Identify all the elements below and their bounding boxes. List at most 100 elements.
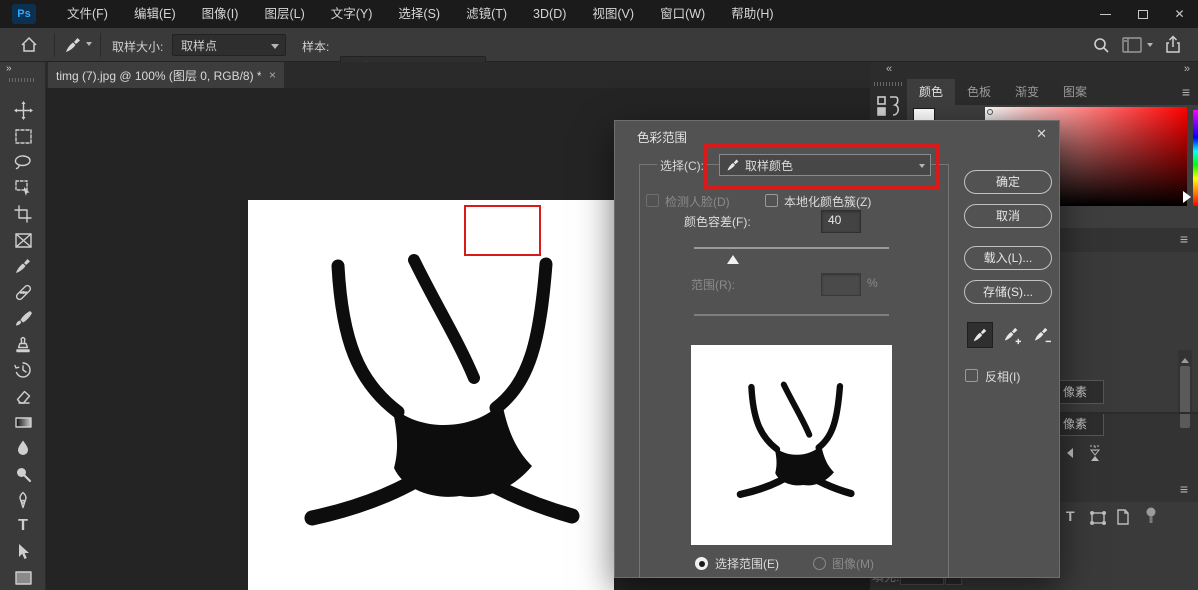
pen-tool[interactable] xyxy=(8,488,38,512)
hue-slider-pointer[interactable] xyxy=(1183,191,1197,203)
search-icon[interactable] xyxy=(1092,36,1110,57)
history-brush-tool[interactable] xyxy=(8,358,38,382)
range-slider-track xyxy=(694,314,889,316)
type-tool[interactable]: T xyxy=(8,514,38,538)
eyedropper-tool[interactable] xyxy=(8,254,38,278)
collapse-section-icon[interactable] xyxy=(1062,448,1073,458)
tab-patterns[interactable]: 图案 xyxy=(1051,79,1099,105)
separator xyxy=(100,33,101,57)
menu-select[interactable]: 选择(S) xyxy=(385,0,453,28)
add-sample-eyedropper-button[interactable] xyxy=(1003,326,1021,349)
panel-menu-icon[interactable]: ≡ xyxy=(1180,231,1188,247)
range-unit: % xyxy=(867,276,878,290)
move-tool[interactable] xyxy=(8,98,38,122)
expand-panels-icon[interactable]: » xyxy=(1184,63,1190,75)
spot-healing-brush-tool[interactable] xyxy=(8,280,38,304)
dodge-tool[interactable] xyxy=(8,462,38,486)
tab-gradients[interactable]: 渐变 xyxy=(1003,79,1051,105)
fuzziness-label: 颜色容差(F): xyxy=(684,213,751,230)
rectangle-tool[interactable] xyxy=(8,566,38,590)
home-icon[interactable] xyxy=(20,36,38,57)
sample-eyedropper-button[interactable] xyxy=(967,322,993,348)
object-selection-tool[interactable] xyxy=(8,176,38,200)
tab-color[interactable]: 颜色 xyxy=(907,79,955,105)
cancel-button[interactable]: 取消 xyxy=(964,204,1052,228)
tab-swatches[interactable]: 色板 xyxy=(955,79,1003,105)
collapse-toolbar-icon[interactable]: » xyxy=(6,63,12,74)
crop-tool[interactable] xyxy=(8,202,38,226)
toolbar-grip[interactable] xyxy=(9,78,35,82)
share-icon[interactable] xyxy=(1164,35,1182,57)
filter-type-icon[interactable]: T xyxy=(1066,508,1075,524)
blur-tool[interactable] xyxy=(8,436,38,460)
workspace-icon[interactable] xyxy=(1122,37,1142,56)
gradient-tool[interactable] xyxy=(8,410,38,434)
preview-thumbnail xyxy=(691,345,892,545)
lasso-tool[interactable] xyxy=(8,150,38,174)
range-input xyxy=(821,273,861,296)
dialog-title: 色彩范围 xyxy=(637,127,687,146)
menu-view[interactable]: 视图(V) xyxy=(579,0,647,28)
eyedropper-icon xyxy=(972,327,988,343)
tool-bar: » T xyxy=(0,62,46,590)
menu-window[interactable]: 窗口(W) xyxy=(647,0,718,28)
minimize-button[interactable] xyxy=(1087,0,1124,28)
preview-glyph xyxy=(713,359,869,525)
menu-layer[interactable]: 图层(L) xyxy=(251,0,317,28)
tool-preset-chevron-icon[interactable] xyxy=(86,42,92,49)
rectangular-marquee-tool[interactable] xyxy=(8,124,38,148)
eyedropper-tool-icon[interactable] xyxy=(64,36,82,57)
menu-edit[interactable]: 编辑(E) xyxy=(121,0,189,28)
detect-faces-label: 检测人脸(D) xyxy=(665,193,730,210)
ok-button[interactable]: 确定 xyxy=(964,170,1052,194)
options-bar: 取样大小: 取样点 样本: 所有图层 xyxy=(0,28,1198,62)
sample-layers-label: 样本: xyxy=(302,38,329,55)
annotation-rectangle-dropdown xyxy=(704,144,939,189)
workspace-chevron-icon[interactable] xyxy=(1147,43,1153,50)
menu-image[interactable]: 图像(I) xyxy=(189,0,252,28)
preview-image-label: 图像(M) xyxy=(832,555,874,572)
filter-smart-object-icon[interactable] xyxy=(1116,509,1130,528)
document-tab[interactable]: timg (7).jpg @ 100% (图层 0, RGB/8) * × xyxy=(48,62,284,88)
fuzziness-slider-thumb[interactable] xyxy=(727,249,739,264)
chevron-down-icon xyxy=(271,44,279,53)
invert-checkbox[interactable] xyxy=(965,369,978,382)
sample-size-dropdown[interactable]: 取样点 xyxy=(172,34,286,56)
detect-faces-checkbox[interactable] xyxy=(646,194,659,207)
preview-selection-radio[interactable] xyxy=(695,557,708,570)
localized-clusters-checkbox[interactable] xyxy=(765,194,778,207)
document-tab-close-icon[interactable]: × xyxy=(269,68,276,82)
sample-size-label: 取样大小: xyxy=(112,38,163,55)
save-button[interactable]: 存储(S)... xyxy=(964,280,1052,304)
maximize-button[interactable] xyxy=(1124,0,1161,28)
filter-pin-icon[interactable] xyxy=(1144,507,1158,528)
link-dimensions-icon[interactable] xyxy=(1084,444,1106,467)
menu-file[interactable]: 文件(F) xyxy=(54,0,121,28)
fuzziness-slider-track[interactable] xyxy=(694,247,889,249)
brush-tool[interactable] xyxy=(8,306,38,330)
path-selection-tool[interactable] xyxy=(8,540,38,564)
canvas[interactable] xyxy=(248,200,614,590)
menu-bar: Ps 文件(F) 编辑(E) 图像(I) 图层(L) 文字(Y) 选择(S) 滤… xyxy=(0,0,1198,28)
preview-image-radio[interactable] xyxy=(813,557,826,570)
panel-menu-icon[interactable]: ≡ xyxy=(1180,481,1188,497)
menu-filter[interactable]: 滤镜(T) xyxy=(453,0,520,28)
scroll-up-icon[interactable] xyxy=(1181,354,1189,363)
menu-3d[interactable]: 3D(D) xyxy=(520,0,579,28)
frame-tool[interactable] xyxy=(8,228,38,252)
image-glyph xyxy=(248,200,614,590)
clone-stamp-tool[interactable] xyxy=(8,332,38,356)
filter-shape-icon[interactable] xyxy=(1090,511,1106,528)
close-button[interactable]: ✕ xyxy=(1161,0,1198,28)
panel-menu-icon[interactable]: ≡ xyxy=(1182,84,1190,100)
eraser-tool[interactable] xyxy=(8,384,38,408)
menu-help[interactable]: 帮助(H) xyxy=(718,0,786,28)
menu-type[interactable]: 文字(Y) xyxy=(318,0,386,28)
color-range-dialog: 色彩范围 ✕ 选择(C): 取样颜色 检测人脸(D) 本地化颜色簇(Z) 颜色容… xyxy=(614,120,1060,578)
scrollbar-thumb[interactable] xyxy=(1180,366,1190,428)
load-button[interactable]: 载入(L)... xyxy=(964,246,1052,270)
dialog-close-icon[interactable]: ✕ xyxy=(1036,126,1047,142)
fuzziness-input[interactable]: 40 xyxy=(821,210,861,233)
collapse-panels-icon[interactable]: « xyxy=(886,63,892,75)
subtract-sample-eyedropper-button[interactable] xyxy=(1033,326,1051,349)
